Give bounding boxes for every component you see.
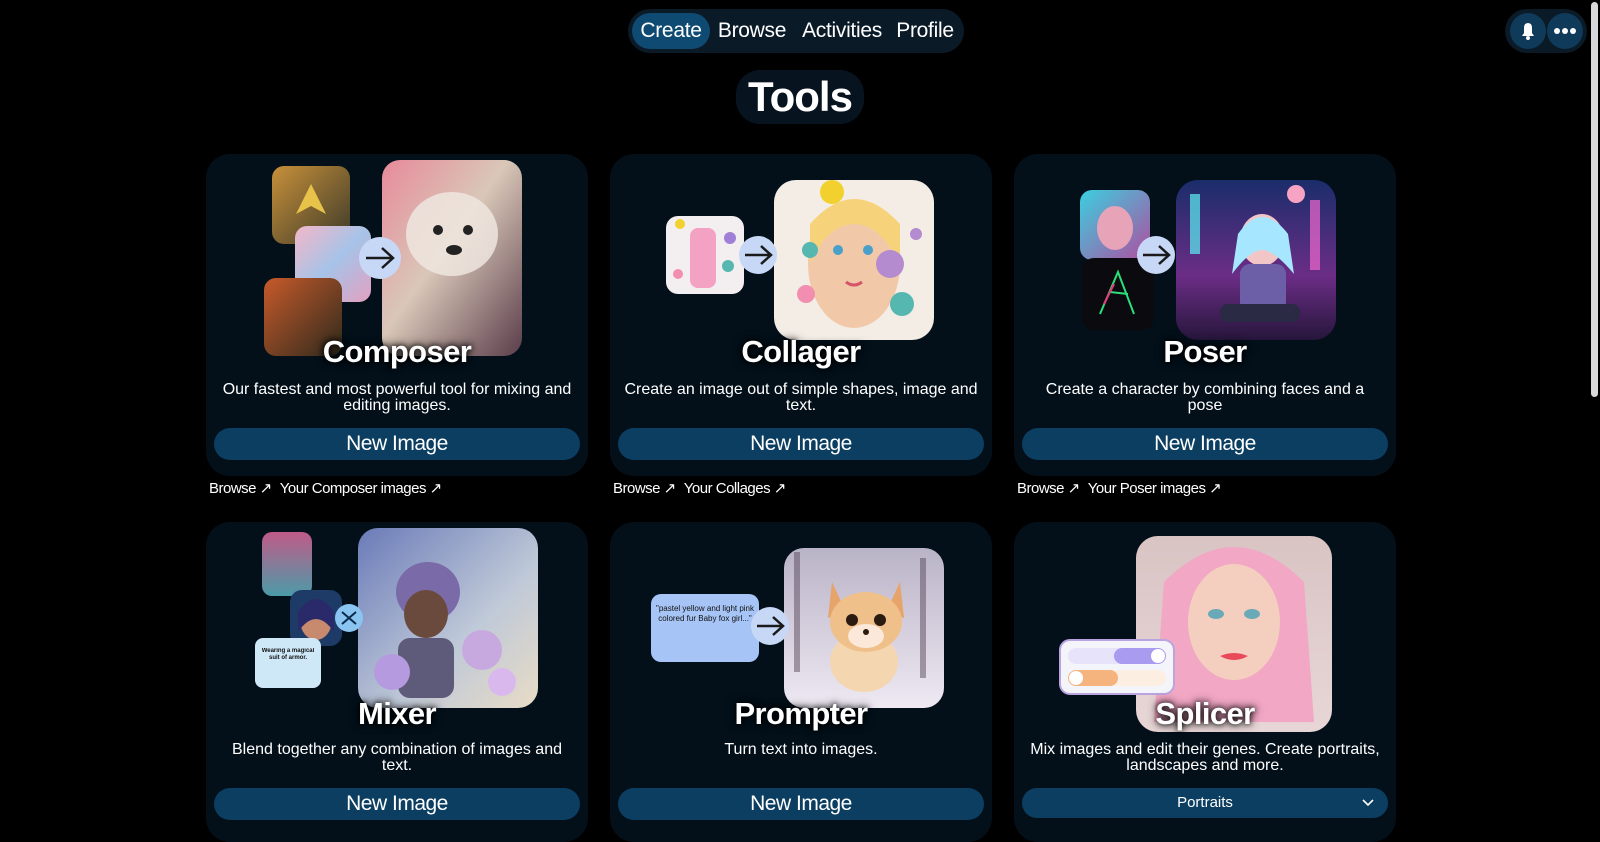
tab-activities[interactable]: Activities xyxy=(794,13,890,49)
tool-description-mixer: Blend together any combination of images… xyxy=(232,741,562,774)
tool-card-poser: Poser Create a character by combining fa… xyxy=(1014,154,1396,476)
collager-new-image-button[interactable]: New Image xyxy=(618,428,984,460)
top-nav: Create Browse Activities Profile xyxy=(628,9,964,53)
bell-icon xyxy=(1522,23,1534,40)
tool-name-splicer: Splicer xyxy=(1155,696,1255,731)
prompter-art-caption: "pastel yellow and light pink colored fu… xyxy=(656,604,754,623)
page-title: Tools xyxy=(736,70,864,124)
tool-card-prompter: "pastel yellow and light pink colored fu… xyxy=(610,522,992,842)
composer-new-image-button[interactable]: New Image xyxy=(214,428,580,460)
tool-card-mixer: Wearing a magical suit of armor. Mixer B… xyxy=(206,522,588,842)
tool-description-collager: Create an image out of simple shapes, im… xyxy=(624,381,978,414)
composer-illustration xyxy=(264,160,522,356)
poser-new-image-button[interactable]: New Image xyxy=(1022,428,1388,460)
poser-illustration xyxy=(1080,180,1336,340)
poser-browse-link[interactable]: Browse ↗ xyxy=(1017,480,1080,497)
tool-name-prompter: Prompter xyxy=(734,696,868,731)
tool-card-splicer: Splicer Mix images and edit their genes.… xyxy=(1014,522,1396,842)
poser-links: Browse ↗ Your Poser images ↗ xyxy=(1017,479,1229,497)
composer-links: Browse ↗ Your Composer images ↗ xyxy=(209,479,450,497)
tool-description-composer: Our fastest and most powerful tool for m… xyxy=(222,381,572,414)
more-button[interactable] xyxy=(1547,13,1583,49)
header-actions xyxy=(1505,9,1587,53)
tool-card-collager: Collager Create an image out of simple s… xyxy=(610,154,992,476)
poser-your-images-link[interactable]: Your Poser images ↗ xyxy=(1088,480,1222,497)
mixer-new-image-button[interactable]: New Image xyxy=(214,788,580,820)
tool-description-prompter: Turn text into images. xyxy=(724,741,878,758)
composer-your-images-link[interactable]: Your Composer images ↗ xyxy=(280,480,442,497)
scrollbar-thumb[interactable] xyxy=(1591,2,1598,397)
splicer-select-value: Portraits xyxy=(1177,794,1233,811)
tab-browse[interactable]: Browse xyxy=(712,13,792,49)
tool-name-collager: Collager xyxy=(741,334,861,369)
mixer-art-caption: Wearing a magical suit of armor. xyxy=(261,648,315,661)
notifications-button[interactable] xyxy=(1510,13,1546,49)
prompter-new-image-button[interactable]: New Image xyxy=(618,788,984,820)
tool-name-mixer: Mixer xyxy=(358,696,437,731)
chevron-down-icon xyxy=(1362,799,1374,807)
tool-description-poser: Create a character by combining faces an… xyxy=(1045,381,1365,414)
tool-card-composer: Composer Our fastest and most powerful t… xyxy=(206,154,588,476)
collager-your-images-link[interactable]: Your Collages ↗ xyxy=(684,480,787,497)
more-horizontal-icon xyxy=(1554,28,1576,34)
tool-name-poser: Poser xyxy=(1163,334,1247,369)
collager-links: Browse ↗ Your Collages ↗ xyxy=(613,479,794,497)
collager-illustration xyxy=(666,180,934,340)
tool-description-splicer: Mix images and edit their genes. Create … xyxy=(1030,741,1380,774)
tab-create[interactable]: Create xyxy=(632,13,710,49)
collager-browse-link[interactable]: Browse ↗ xyxy=(613,480,676,497)
tool-name-composer: Composer xyxy=(322,334,472,369)
composer-browse-link[interactable]: Browse ↗ xyxy=(209,480,272,497)
tab-profile[interactable]: Profile xyxy=(892,13,958,49)
splicer-type-select[interactable]: Portraits xyxy=(1022,788,1388,818)
